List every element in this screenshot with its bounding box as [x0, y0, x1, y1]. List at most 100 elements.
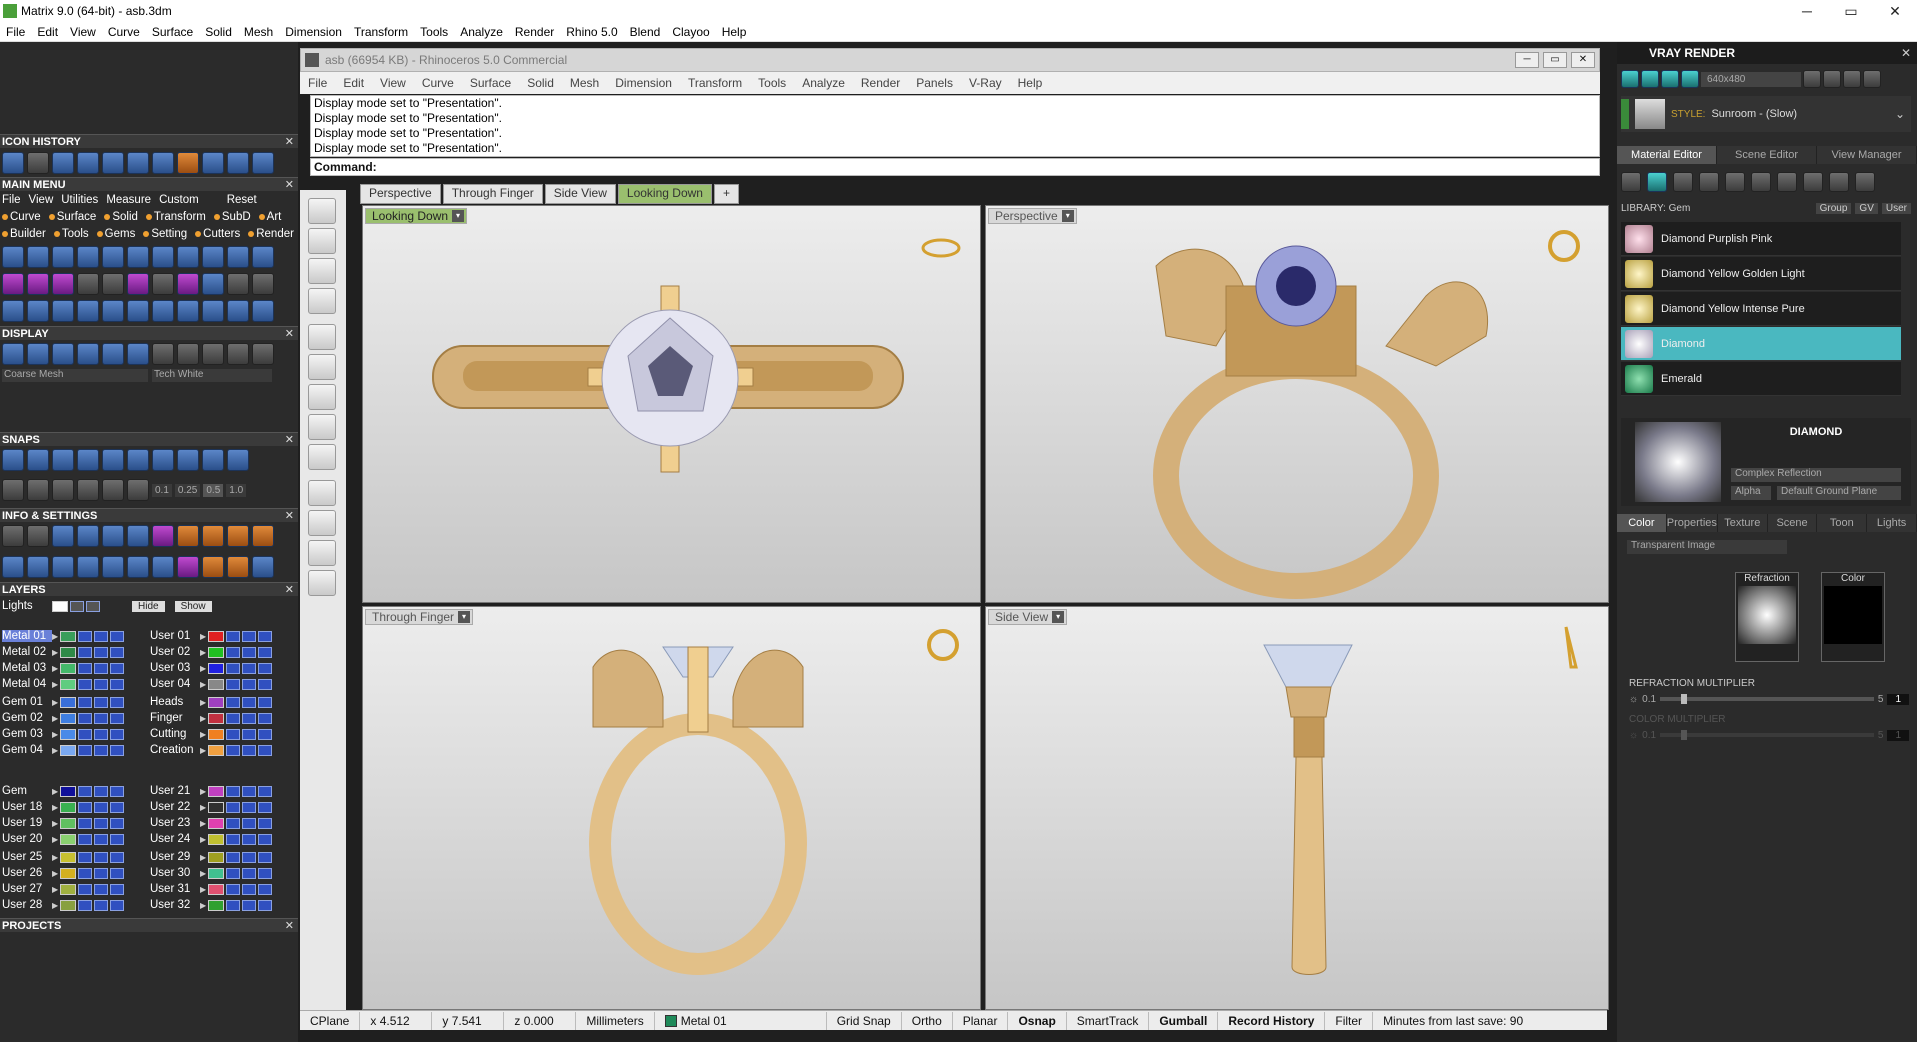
layer-name[interactable]: User 27: [2, 883, 52, 895]
lock-icon[interactable]: [94, 728, 108, 740]
rhino-menu-mesh[interactable]: Mesh: [562, 76, 607, 90]
layer-row[interactable]: User 30 ▶: [150, 865, 274, 881]
layer-row[interactable]: Metal 01 ▶: [2, 628, 126, 644]
tab-color[interactable]: Color: [1617, 514, 1667, 532]
layer-color-swatch[interactable]: [60, 712, 76, 724]
user-select[interactable]: User: [1881, 202, 1911, 214]
lock-icon[interactable]: [242, 744, 256, 756]
tab-scene-editor[interactable]: Scene Editor: [1717, 146, 1817, 164]
tab-toon[interactable]: Toon: [1817, 514, 1868, 532]
pattern-tool-icon[interactable]: [177, 273, 199, 295]
minimize-button[interactable]: ─: [1785, 3, 1829, 20]
rhino-menu-edit[interactable]: Edit: [335, 76, 372, 90]
sphere-icon[interactable]: [227, 343, 249, 365]
lock-icon[interactable]: [94, 899, 108, 911]
cube-top-icon[interactable]: [308, 354, 336, 380]
gem-icon[interactable]: [52, 152, 74, 174]
layer-name[interactable]: User 18: [2, 801, 52, 813]
bulb-icon[interactable]: [78, 883, 92, 895]
menu-dimension[interactable]: Dimension: [279, 25, 348, 39]
layer-color-swatch[interactable]: [60, 630, 76, 642]
layer-row[interactable]: User 03 ▶: [150, 660, 274, 676]
layer-row[interactable]: User 20 ▶: [2, 831, 126, 847]
chevron-down-icon[interactable]: ⌄: [1895, 107, 1905, 121]
menu-rhino5[interactable]: Rhino 5.0: [560, 25, 623, 39]
snap-quad-icon[interactable]: [202, 449, 224, 471]
lock-icon[interactable]: [94, 801, 108, 813]
lock-icon[interactable]: [242, 728, 256, 740]
lock-icon[interactable]: [70, 600, 84, 612]
tool-icon[interactable]: [252, 246, 274, 268]
sphere-icon[interactable]: [152, 343, 174, 365]
bulb-icon[interactable]: [226, 851, 240, 863]
pen-icon[interactable]: [77, 479, 99, 501]
bulb-icon[interactable]: [78, 899, 92, 911]
layer-row[interactable]: User 25 ▶: [2, 849, 126, 865]
eye-icon[interactable]: [110, 899, 124, 911]
layer-color-swatch[interactable]: [60, 883, 76, 895]
sphere-icon[interactable]: [177, 343, 199, 365]
window-icon[interactable]: [27, 556, 49, 578]
lock-icon[interactable]: [242, 712, 256, 724]
frame-tool-icon[interactable]: [177, 246, 199, 268]
expand-icon[interactable]: ▶: [200, 901, 208, 910]
tab-view-manager[interactable]: View Manager: [1817, 146, 1917, 164]
toolbox-icon[interactable]: [252, 525, 274, 547]
tool-icon[interactable]: [227, 273, 249, 295]
layer-row[interactable]: User 01 ▶: [150, 628, 274, 644]
texture-icon[interactable]: [1725, 172, 1745, 192]
lock-icon[interactable]: [94, 678, 108, 690]
curve-tool-icon[interactable]: [27, 246, 49, 268]
close-icon[interactable]: ✕: [285, 433, 294, 447]
snap-end-icon[interactable]: [2, 449, 24, 471]
slider-track[interactable]: [1660, 730, 1874, 740]
layer-name[interactable]: Metal 02: [2, 646, 52, 658]
cube-front-icon[interactable]: [308, 384, 336, 410]
gv-select[interactable]: GV: [1855, 202, 1878, 214]
eye-icon[interactable]: [110, 678, 124, 690]
tab-looking-down[interactable]: Looking Down: [617, 184, 712, 204]
sweep-tool-icon[interactable]: [102, 273, 124, 295]
tab-texture[interactable]: Texture: [1717, 514, 1768, 532]
expand-icon[interactable]: ▶: [52, 714, 60, 723]
bulb-icon[interactable]: [226, 867, 240, 879]
eye-icon[interactable]: [110, 867, 124, 879]
list-icon[interactable]: [1843, 70, 1861, 88]
group-select[interactable]: Group: [1815, 202, 1852, 214]
layer-name[interactable]: Cutting: [150, 728, 200, 740]
bulb-icon[interactable]: [78, 867, 92, 879]
open-icon[interactable]: [2, 152, 24, 174]
library-item[interactable]: Diamond Purplish Pink: [1621, 222, 1901, 256]
tool-icon[interactable]: [227, 556, 249, 578]
expand-icon[interactable]: ▶: [200, 869, 208, 878]
main-menu-tools[interactable]: Tools: [53, 228, 89, 240]
eye-icon[interactable]: [110, 883, 124, 895]
close-icon[interactable]: ✕: [1901, 42, 1911, 64]
layer-color-swatch[interactable]: [60, 646, 76, 658]
filter-icon[interactable]: [102, 556, 124, 578]
layer-name[interactable]: User 29: [150, 851, 200, 863]
bulb-icon[interactable]: [78, 678, 92, 690]
layer-row[interactable]: Metal 03 ▶: [2, 660, 126, 676]
wireframe-icon[interactable]: [2, 343, 24, 365]
bulb-icon[interactable]: [226, 696, 240, 708]
arrow-right-icon[interactable]: [252, 152, 274, 174]
lock-icon[interactable]: [242, 833, 256, 845]
line-tool-icon[interactable]: [52, 273, 74, 295]
sphere-icon[interactable]: [77, 152, 99, 174]
rhino-menu-vray[interactable]: V-Ray: [961, 76, 1010, 90]
grid-icon[interactable]: [1863, 70, 1881, 88]
tab-scene[interactable]: Scene: [1767, 514, 1818, 532]
eye-icon[interactable]: [258, 728, 272, 740]
layer-row[interactable]: Gem 02 ▶: [2, 710, 126, 726]
layer-row[interactable]: User 29 ▶: [150, 849, 274, 865]
ring-tool-icon[interactable]: [102, 246, 124, 268]
expand-icon[interactable]: ▶: [200, 835, 208, 844]
arrow-icon[interactable]: [127, 479, 149, 501]
menu-solid[interactable]: Solid: [199, 25, 238, 39]
toolbox-icon[interactable]: [177, 525, 199, 547]
rhino-menu-view[interactable]: View: [372, 76, 414, 90]
layer-name[interactable]: Creation: [150, 744, 200, 756]
layer-color-swatch[interactable]: [60, 678, 76, 690]
circle-tool-icon[interactable]: [2, 246, 24, 268]
